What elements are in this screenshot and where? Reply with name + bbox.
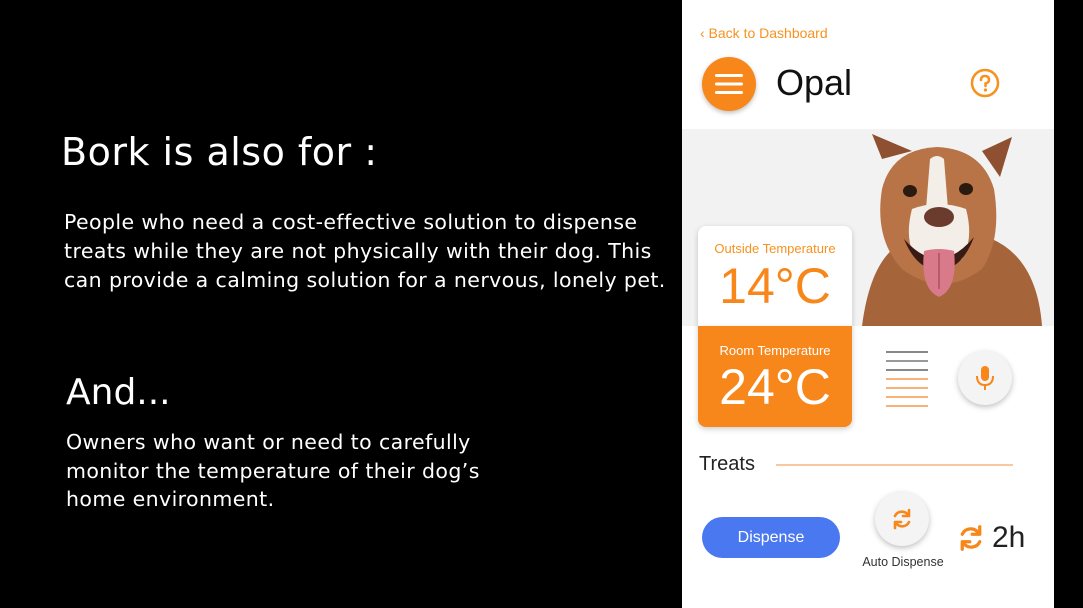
dispense-button[interactable]: Dispense xyxy=(702,517,840,558)
room-temperature-label: Room Temperature xyxy=(719,343,831,358)
treats-section-label: Treats xyxy=(699,453,755,475)
outside-temperature-value: 14°C xyxy=(719,258,831,314)
refresh-icon xyxy=(960,525,982,551)
room-temperature-card: Room Temperature 24°C xyxy=(698,326,852,427)
outside-temperature-card: Outside Temperature 14°C xyxy=(698,226,852,326)
auto-dispense-label: Auto Dispense xyxy=(862,555,944,569)
menu-button[interactable] xyxy=(702,57,756,111)
help-icon[interactable] xyxy=(970,68,1000,98)
pet-name-title: Opal xyxy=(776,62,853,103)
auto-dispense-button[interactable] xyxy=(875,492,929,546)
interval-value: 2h xyxy=(992,521,1026,554)
room-temperature-value: 24°C xyxy=(719,359,831,415)
slide-heading-bork: Bork is also for : xyxy=(61,130,378,174)
back-to-dashboard-link[interactable]: ‹ Back to Dashboard xyxy=(700,25,828,41)
refresh-icon xyxy=(893,508,911,530)
audio-lines-icon xyxy=(886,351,928,407)
auto-dispense-interval: 2h xyxy=(956,518,1025,558)
app-screen: ‹ Back to Dashboard Opal Outside Tempera… xyxy=(682,0,1054,608)
dog-photo xyxy=(862,134,1042,326)
slide-paragraph-temperature: Owners who want or need to carefully mon… xyxy=(66,430,480,511)
mic-icon xyxy=(976,366,994,390)
treats-divider xyxy=(776,464,1013,466)
outside-temperature-label: Outside Temperature xyxy=(714,241,836,256)
slide-heading-and: And... xyxy=(66,372,171,413)
slide-paragraph-treats: People who need a cost-effective solutio… xyxy=(64,210,666,292)
menu-icon xyxy=(715,74,743,94)
microphone-button[interactable] xyxy=(958,351,1012,405)
